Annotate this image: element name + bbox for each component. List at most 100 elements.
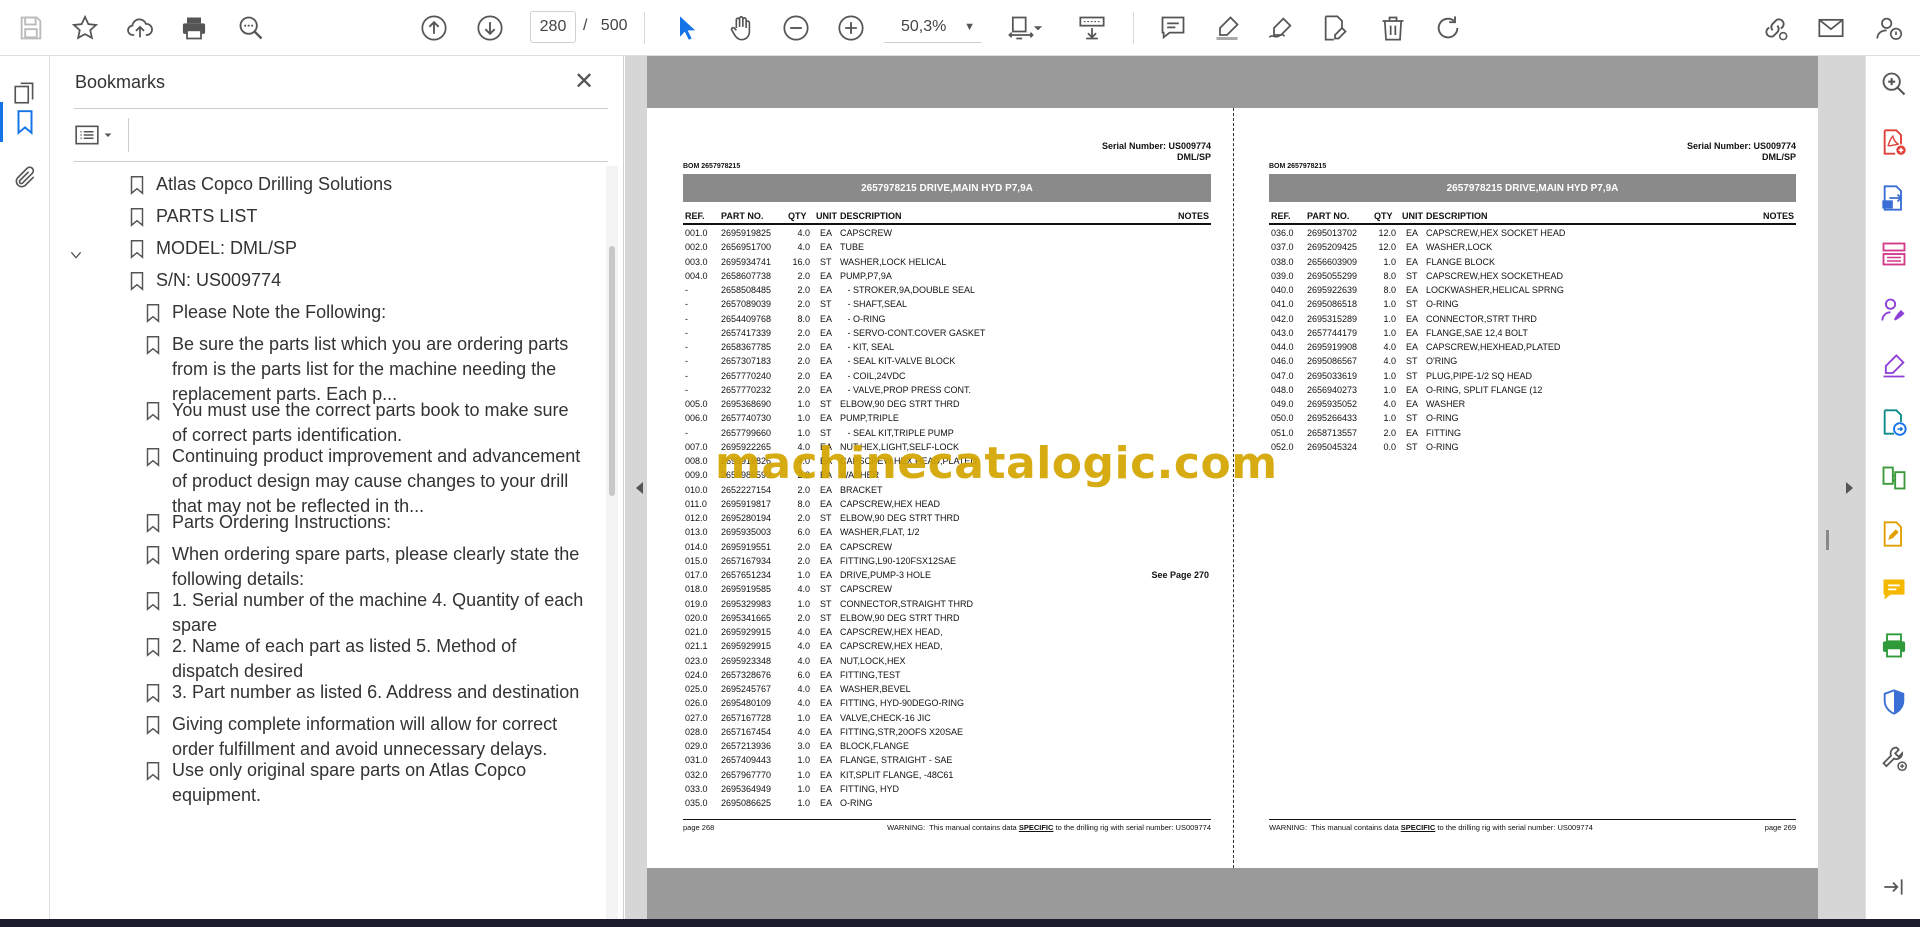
bookmark-item[interactable]: Continuing product improvement and advan… <box>142 444 588 519</box>
share-link-icon[interactable] <box>1758 11 1792 45</box>
cell-unit: ST <box>1406 413 1418 424</box>
cell-part-number: 2695919551 <box>721 541 772 552</box>
cell-unit: ST <box>820 256 832 267</box>
save-icon[interactable] <box>14 11 48 45</box>
cell-description: O-RING <box>1426 441 1459 452</box>
edit-document-icon[interactable] <box>1318 11 1352 45</box>
organize-pages-icon[interactable] <box>1880 240 1908 268</box>
cell-unit: EA <box>820 783 833 794</box>
cell-unit: ST <box>1406 270 1418 281</box>
cell-qty: 1.0 <box>797 783 810 794</box>
bookmark-item[interactable]: S/N: US009774 <box>126 268 588 294</box>
protect-shield-icon[interactable] <box>1880 688 1908 716</box>
request-signature-icon[interactable] <box>1880 296 1908 324</box>
bookmark-item[interactable]: 2. Name of each part as listed 5. Method… <box>142 634 588 684</box>
select-cursor-icon[interactable] <box>670 11 704 45</box>
table-row: 052.0 2695045324 0.0 ST O-RING <box>1269 440 1796 454</box>
draw-freehand-icon[interactable] <box>1264 11 1298 45</box>
cell-part-number: 2695922639 <box>1307 285 1358 295</box>
scrollbar-thumb[interactable] <box>1826 530 1829 550</box>
zoom-level-select[interactable]: 50,3% ▼ <box>884 11 982 43</box>
edit-pdf-icon[interactable] <box>1880 520 1908 548</box>
cell-part-number: 2657409443 <box>721 755 772 766</box>
compare-files-icon[interactable] <box>1880 464 1908 492</box>
bookmark-item[interactable]: Parts Ordering Instructions: <box>142 510 588 536</box>
bookmark-item[interactable]: MODEL: DML/SP <box>126 236 588 262</box>
attachment-paperclip-icon[interactable] <box>10 163 40 193</box>
bookmark-scrollbar[interactable] <box>606 166 618 919</box>
bookmark-label: Giving complete information will allow f… <box>172 714 558 759</box>
print-icon[interactable] <box>177 11 211 45</box>
create-pdf-icon[interactable] <box>1880 128 1908 156</box>
send-for-review-icon[interactable] <box>1880 408 1908 436</box>
cell-description: PLUG,PIPE-1/2 SQ HEAD <box>1426 370 1533 381</box>
cell-description: FITTING,TEST <box>840 669 901 680</box>
cell-description: CAPSCREW,HEX HEAD, <box>840 627 943 637</box>
cell-description: CAPSCREW,HEXHEAD,PLATED <box>1426 342 1561 352</box>
bookmark-item[interactable]: Atlas Copco Drilling Solutions <box>126 172 588 198</box>
bookmark-item[interactable]: Please Note the Following: <box>142 300 588 326</box>
collapse-chevron-icon[interactable] <box>68 247 84 263</box>
next-page-icon[interactable] <box>473 11 507 45</box>
collapse-left-panel-icon[interactable] <box>633 478 645 498</box>
search-zoom-icon[interactable] <box>234 11 268 45</box>
email-envelope-icon[interactable] <box>1814 11 1848 45</box>
table-row: 004.0 2658607738 2.0 EA PUMP,P7,9A <box>683 269 1211 283</box>
scroll-mode-icon[interactable] <box>1075 11 1109 45</box>
bookmark-item[interactable]: Use only original spare parts on Atlas C… <box>142 758 588 808</box>
export-pdf-icon[interactable] <box>1880 184 1908 212</box>
scrollbar-thumb[interactable] <box>609 246 615 496</box>
footer-warning: WARNING: This manual contains data SPECI… <box>1269 823 1593 832</box>
cell-unit: EA <box>820 555 833 566</box>
cell-qty: 1.0 <box>1383 370 1396 381</box>
more-tools-icon[interactable] <box>1880 744 1908 772</box>
rotate-redo-icon[interactable] <box>1431 11 1465 45</box>
zoom-in-icon[interactable] <box>834 11 868 45</box>
bookmark-panel-icon[interactable] <box>10 107 40 137</box>
expand-panel-icon[interactable] <box>1880 874 1908 902</box>
cell-description: PUMP,TRIPLE <box>840 413 899 424</box>
print-production-icon[interactable] <box>1880 632 1908 660</box>
cell-qty: 4.0 <box>797 655 810 666</box>
bookmark-label: MODEL: DML/SP <box>156 238 298 258</box>
bookmark-item[interactable]: PARTS LIST <box>126 204 588 230</box>
zoom-out-icon[interactable] <box>779 11 813 45</box>
page-number-input[interactable]: 280 <box>530 11 576 43</box>
hand-tool-icon[interactable] <box>724 11 758 45</box>
table-row: - 2657770240 2.0 EA - COIL,24VDC <box>683 369 1211 383</box>
cell-description: CAPSCREW <box>840 228 893 238</box>
cell-ref: 036.0 <box>1271 228 1294 238</box>
comment-icon[interactable] <box>1156 11 1190 45</box>
bookmark-icon <box>146 402 160 421</box>
bookmark-item[interactable]: When ordering spare parts, please clearl… <box>142 542 588 592</box>
page-thumbnails-icon[interactable] <box>10 78 40 108</box>
page-fit-chevron-icon[interactable] <box>1030 11 1046 45</box>
delete-trash-icon[interactable] <box>1376 11 1410 45</box>
fill-and-sign-icon[interactable] <box>1880 352 1908 380</box>
cell-unit: ST <box>1406 441 1418 452</box>
account-help-icon[interactable] <box>1872 11 1906 45</box>
cell-qty: 8.0 <box>797 498 810 509</box>
cell-description: - STROKER,9A,DOUBLE SEAL <box>840 285 976 295</box>
bookmark-item[interactable]: Be sure the parts list which you are ord… <box>142 332 588 407</box>
bookmark-item[interactable]: 3. Part number as listed 6. Address and … <box>142 680 588 706</box>
bookmark-item[interactable]: You must use the correct parts book to m… <box>142 398 588 448</box>
bookmark-item[interactable]: 1. Serial number of the machine 4. Quant… <box>142 588 588 638</box>
collapse-right-panel-icon[interactable] <box>1844 478 1856 498</box>
bookmark-item[interactable]: Giving complete information will allow f… <box>142 712 588 762</box>
cell-part-number: 2658713557 <box>1307 427 1358 438</box>
cell-qty: 4.0 <box>797 627 810 637</box>
bookmark-options-button[interactable] <box>74 120 120 150</box>
cell-ref: 007.0 <box>685 441 708 452</box>
star-icon[interactable] <box>68 11 102 45</box>
upload-cloud-icon[interactable] <box>123 11 157 45</box>
cell-ref: 047.0 <box>1271 370 1294 381</box>
cell-description: - COIL,24VDC <box>840 370 906 381</box>
document-scrollbar[interactable] <box>1818 56 1838 919</box>
zoom-search-icon[interactable] <box>1880 70 1908 98</box>
previous-page-icon[interactable] <box>417 11 451 45</box>
close-icon[interactable]: ✕ <box>571 68 597 95</box>
highlight-pen-icon[interactable] <box>1210 11 1244 45</box>
comment-tool-icon[interactable] <box>1880 576 1908 604</box>
cell-ref: 010.0 <box>685 484 708 495</box>
